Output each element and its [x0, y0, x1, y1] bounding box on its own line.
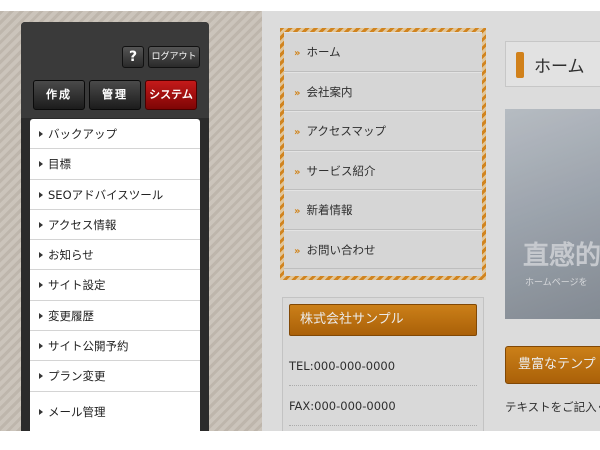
- caret-right-icon: [39, 312, 43, 319]
- chevron-right-icon: »: [294, 166, 301, 178]
- caret-right-icon: [39, 343, 43, 350]
- nav-item-services[interactable]: » サービス紹介: [284, 150, 482, 190]
- caret-right-icon: [39, 409, 43, 415]
- menu-item-mail-management[interactable]: メール管理: [30, 397, 200, 431]
- menu-item-site-settings[interactable]: サイト設定: [30, 270, 200, 301]
- tab-manage[interactable]: 管理: [89, 80, 141, 110]
- company-name-heading: 株式会社サンプル: [289, 304, 477, 336]
- system-menu: バックアップ 目標 SEOアドバイスツール アクセス情報 お知らせ サイト設定 …: [30, 119, 200, 431]
- menu-item-publish-schedule[interactable]: サイト公開予約: [30, 331, 200, 362]
- menu-item-notices[interactable]: お知らせ: [30, 240, 200, 271]
- heading-accent-bar: [516, 52, 524, 78]
- chevron-right-icon: »: [294, 48, 301, 59]
- caret-right-icon: [39, 282, 43, 289]
- nav-item-contact[interactable]: » お問い合わせ: [284, 229, 482, 269]
- caret-right-icon: [39, 191, 43, 198]
- caret-right-icon: [39, 131, 43, 137]
- caret-right-icon: [39, 373, 43, 380]
- hero-subtitle: ホームページを: [525, 278, 588, 288]
- page-title: ホーム: [534, 57, 585, 77]
- admin-panel: ? ログアウト 作成 管理 システム バックアップ 目標 SEOアドバイスツール…: [21, 22, 209, 431]
- chevron-right-icon: »: [294, 245, 301, 257]
- menu-item-backup[interactable]: バックアップ: [30, 119, 200, 150]
- page-heading: ホーム: [505, 41, 600, 87]
- menu-item-access-info[interactable]: アクセス情報: [30, 210, 200, 241]
- hero-image: 直感的 ホームページを: [505, 109, 600, 319]
- menu-item-plan-change[interactable]: プラン変更: [30, 361, 200, 392]
- hero-title: 直感的: [523, 241, 600, 271]
- company-info-box: 株式会社サンプル TEL:000-000-0000 FAX:000-000-00…: [282, 297, 484, 431]
- chevron-right-icon: »: [294, 127, 301, 138]
- page-frame: » ホーム » 会社案内 » アクセスマップ » サービス紹介 » 新着情報 » お問い合わ…: [0, 11, 600, 431]
- chevron-right-icon: »: [294, 206, 301, 217]
- chevron-right-icon: »: [294, 87, 301, 99]
- nav-item-access-map[interactable]: » アクセスマップ: [284, 111, 482, 151]
- company-tel: TEL:000-000-0000: [289, 346, 477, 386]
- nav-item-news[interactable]: » 新着情報: [284, 190, 482, 230]
- company-fax: FAX:000-000-0000: [289, 386, 477, 426]
- tab-system[interactable]: システム: [145, 80, 197, 110]
- menu-item-goals[interactable]: 目標: [30, 149, 200, 180]
- caret-right-icon: [39, 161, 43, 168]
- help-button[interactable]: ?: [122, 46, 144, 68]
- site-nav: » ホーム » 会社案内 » アクセスマップ » サービス紹介 » 新着情報 » お問い合わ…: [280, 28, 486, 280]
- caret-right-icon: [39, 252, 43, 259]
- tab-create[interactable]: 作成: [33, 80, 85, 110]
- caret-right-icon: [39, 221, 43, 228]
- body-text: テキストをご記入く: [505, 400, 600, 414]
- nav-item-home[interactable]: » ホーム: [284, 32, 482, 72]
- menu-item-change-history[interactable]: 変更履歴: [30, 301, 200, 332]
- template-banner-button[interactable]: 豊富なテンプ: [505, 346, 600, 384]
- logout-button[interactable]: ログアウト: [148, 46, 200, 68]
- nav-item-company[interactable]: » 会社案内: [284, 71, 482, 111]
- menu-item-seo-advice[interactable]: SEOアドバイスツール: [30, 180, 200, 210]
